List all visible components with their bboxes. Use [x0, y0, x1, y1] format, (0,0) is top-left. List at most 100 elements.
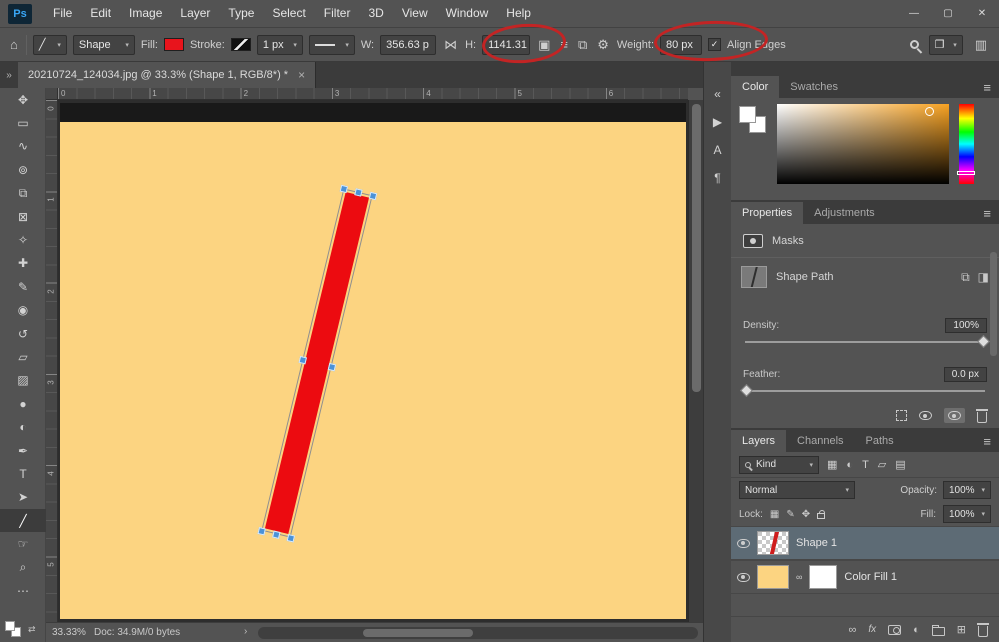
shape-mode-select[interactable]: Shape ▾ — [73, 35, 135, 55]
lock-all-icon[interactable] — [817, 513, 825, 519]
line-tool[interactable]: ╱ — [0, 509, 46, 532]
layer-mask-thumbnail[interactable] — [809, 565, 837, 589]
add-vector-mask-icon[interactable]: ⧉ — [961, 270, 970, 285]
eraser-tool[interactable]: ▱ — [0, 345, 46, 368]
color-cursor[interactable] — [925, 107, 934, 116]
character-panel-icon[interactable]: A — [707, 140, 729, 160]
tab-properties[interactable]: Properties — [731, 202, 803, 224]
tab-swatches[interactable]: Swatches — [779, 76, 849, 98]
menu-item[interactable]: Help — [497, 0, 540, 28]
menu-item[interactable]: Window — [437, 0, 498, 28]
swap-colors-icon[interactable]: ⇄ — [28, 624, 36, 635]
healing-brush-tool[interactable]: ✚ — [0, 252, 46, 275]
type-layer-filter-icon[interactable]: T — [862, 459, 869, 471]
hand-tool[interactable]: ☞ — [0, 532, 46, 555]
fill-select[interactable]: 100% ▾ — [943, 505, 991, 523]
status-expand-icon[interactable]: › — [244, 626, 247, 637]
kind-filter-select[interactable]: Kind ▾ — [739, 456, 819, 474]
minimize-button[interactable]: — — [897, 0, 931, 28]
horizontal-scrollbar[interactable] — [258, 627, 698, 639]
eyedropper-tool[interactable]: ✧ — [0, 228, 46, 251]
tool-preset-select[interactable]: ╱ ▾ — [33, 35, 67, 55]
delete-mask-icon[interactable] — [977, 412, 987, 423]
fill-swatch[interactable] — [164, 38, 184, 51]
move-tool[interactable]: ✥ — [0, 88, 46, 111]
zoom-level-field[interactable]: 33.33% — [48, 627, 90, 638]
menu-item[interactable]: Filter — [315, 0, 360, 28]
path-operations-icon[interactable]: ▣ — [536, 37, 552, 53]
tab-layers[interactable]: Layers — [731, 430, 786, 452]
properties-scrollbar-thumb[interactable] — [990, 252, 997, 356]
zoom-tool[interactable]: ⌕ — [0, 556, 46, 579]
menu-item[interactable]: Layer — [171, 0, 219, 28]
feather-slider-knob[interactable] — [740, 384, 753, 397]
path-alignment-icon[interactable]: ≡ — [558, 37, 570, 52]
weight-field[interactable]: 80 px — [660, 35, 702, 55]
blur-tool[interactable]: ● — [0, 392, 46, 415]
path-arrangement-icon[interactable]: ⧉ — [576, 37, 589, 53]
menu-item[interactable]: Image — [120, 0, 171, 28]
smart-object-filter-icon[interactable]: ▤ — [895, 458, 905, 471]
menu-item[interactable]: File — [44, 0, 81, 28]
brush-tool[interactable]: ✎ — [0, 275, 46, 298]
actions-panel-icon[interactable]: ▶ — [707, 112, 729, 132]
pen-tool[interactable]: ✒ — [0, 439, 46, 462]
mask-view-icon[interactable] — [919, 411, 932, 420]
home-icon[interactable]: ⌂ — [8, 37, 20, 52]
preview-toggle-button[interactable] — [944, 408, 965, 423]
width-field[interactable]: 356.63 p — [380, 35, 436, 55]
density-value[interactable]: 100% — [945, 318, 987, 333]
group-layers-icon[interactable] — [932, 627, 945, 636]
menu-item[interactable]: Edit — [81, 0, 120, 28]
marquee-tool[interactable]: ▭ — [0, 111, 46, 134]
shape-layer-filter-icon[interactable]: ▱ — [878, 458, 886, 471]
workspace-switcher[interactable]: ❐ ▾ — [929, 35, 963, 55]
stroke-style-select[interactable]: ▾ — [309, 35, 355, 55]
close-button[interactable]: ✕ — [965, 0, 999, 28]
color-panel-menu-icon[interactable]: ≡ — [983, 80, 999, 98]
lock-transparency-icon[interactable]: ▦ — [770, 509, 779, 520]
delete-layer-icon[interactable] — [978, 626, 988, 637]
menu-item[interactable]: 3D — [359, 0, 392, 28]
frame-tool[interactable]: ⊠ — [0, 205, 46, 228]
paragraph-panel-icon[interactable]: ¶ — [707, 168, 729, 188]
blend-mode-select[interactable]: Normal ▾ — [739, 481, 855, 499]
saturation-brightness-box[interactable] — [777, 104, 949, 184]
vertical-scrollbar-thumb[interactable] — [692, 104, 701, 392]
document-canvas[interactable] — [60, 103, 686, 619]
path-selection-tool[interactable]: ➤ — [0, 486, 46, 509]
quick-selection-tool[interactable]: ⊚ — [0, 158, 46, 181]
clone-stamp-tool[interactable]: ◉ — [0, 299, 46, 322]
lock-pixels-icon[interactable]: ✎ — [786, 509, 794, 520]
tab-paths[interactable]: Paths — [855, 430, 905, 452]
search-icon[interactable] — [910, 40, 919, 49]
add-layer-mask-icon[interactable] — [888, 625, 901, 635]
properties-panel-menu-icon[interactable]: ≡ — [983, 206, 999, 224]
adjustment-layer-icon[interactable]: ◐ — [913, 624, 920, 636]
layer-effects-icon[interactable]: fx — [868, 624, 876, 635]
stroke-width-select[interactable]: 1 px ▾ — [257, 35, 303, 55]
collapse-panels-icon[interactable]: « — [707, 84, 729, 104]
selection-from-mask-icon[interactable] — [896, 410, 907, 421]
tab-channels[interactable]: Channels — [786, 430, 854, 452]
align-edges-checkbox[interactable]: ✓ — [708, 38, 721, 51]
type-tool[interactable]: T — [0, 462, 46, 485]
mask-link-icon[interactable]: ∞ — [796, 572, 802, 582]
tab-close-icon[interactable]: × — [298, 68, 305, 82]
menu-item[interactable]: View — [393, 0, 437, 28]
hue-slider-thumb[interactable] — [957, 171, 975, 175]
layer-row-color-fill-1[interactable]: ∞ Color Fill 1 — [731, 560, 999, 594]
height-field[interactable]: 1141.31 — [482, 35, 530, 55]
layer-row-shape-1[interactable]: Shape 1 — [731, 526, 999, 560]
menu-item[interactable]: Type — [219, 0, 263, 28]
mask-options-icon[interactable]: ◨ — [978, 270, 989, 285]
layer-visibility-icon[interactable] — [737, 539, 750, 548]
toolbar-expand-icon[interactable]: » — [0, 62, 18, 88]
canvas-viewport[interactable] — [58, 100, 688, 622]
gear-icon[interactable]: ⚙ — [595, 37, 611, 53]
foreground-background-swatches[interactable] — [5, 621, 22, 638]
layer-thumbnail[interactable] — [757, 565, 789, 589]
link-layers-icon[interactable]: ∞ — [849, 624, 857, 636]
panel-grid-icon[interactable]: ▥ — [973, 37, 989, 53]
tab-adjustments[interactable]: Adjustments — [803, 202, 886, 224]
